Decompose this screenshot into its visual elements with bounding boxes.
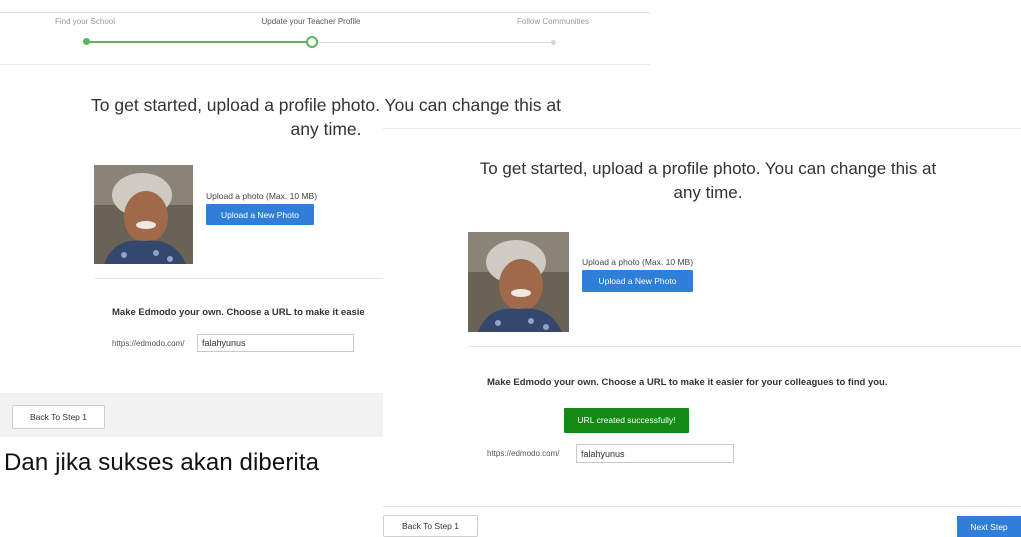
- profile-photo: [94, 165, 193, 264]
- divider: [0, 64, 650, 65]
- url-prefix: https://edmodo.com/: [487, 449, 560, 458]
- step-progress-complete: [86, 41, 311, 43]
- step-dot-todo: [551, 40, 556, 45]
- custom-url-heading: Make Edmodo your own. Choose a URL to ma…: [487, 377, 888, 388]
- divider: [94, 278, 384, 279]
- custom-url-input[interactable]: [576, 444, 734, 463]
- step-label-follow-communities[interactable]: Follow Communities: [517, 17, 589, 26]
- custom-url-heading: Make Edmodo your own. Choose a URL to ma…: [112, 307, 365, 318]
- custom-url-input[interactable]: [197, 334, 354, 352]
- page-heading: To get started, upload a profile photo. …: [479, 159, 937, 202]
- step-dot-done: [83, 38, 90, 45]
- step-label-find-school[interactable]: Find your School: [55, 17, 115, 26]
- divider: [468, 346, 1021, 347]
- step-progress-bar: Find your School Update your Teacher Pro…: [0, 0, 650, 68]
- divider: [383, 506, 1021, 507]
- profile-setup-panel: To get started, upload a profile photo. …: [383, 128, 1021, 537]
- step-progress-remaining: [315, 42, 553, 43]
- caption-text: Dan jika sukses akan diberita: [4, 449, 320, 476]
- upload-caption: Upload a photo (Max. 10 MB): [582, 257, 694, 267]
- upload-caption: Upload a photo (Max. 10 MB): [206, 191, 318, 201]
- back-to-step-1-button[interactable]: Back To Step 1: [383, 515, 478, 537]
- step-dot-current: [306, 36, 318, 48]
- success-message: URL created successfully!: [564, 408, 689, 433]
- divider: [0, 12, 650, 13]
- upload-photo-button[interactable]: Upload a New Photo: [582, 270, 693, 292]
- next-step-button[interactable]: Next Step: [957, 516, 1021, 537]
- upload-photo-button[interactable]: Upload a New Photo: [206, 204, 314, 225]
- profile-photo: [468, 232, 569, 332]
- step-label-update-profile[interactable]: Update your Teacher Profile: [261, 17, 360, 26]
- url-prefix: https://edmodo.com/: [112, 339, 185, 348]
- back-to-step-1-button[interactable]: Back To Step 1: [12, 405, 105, 429]
